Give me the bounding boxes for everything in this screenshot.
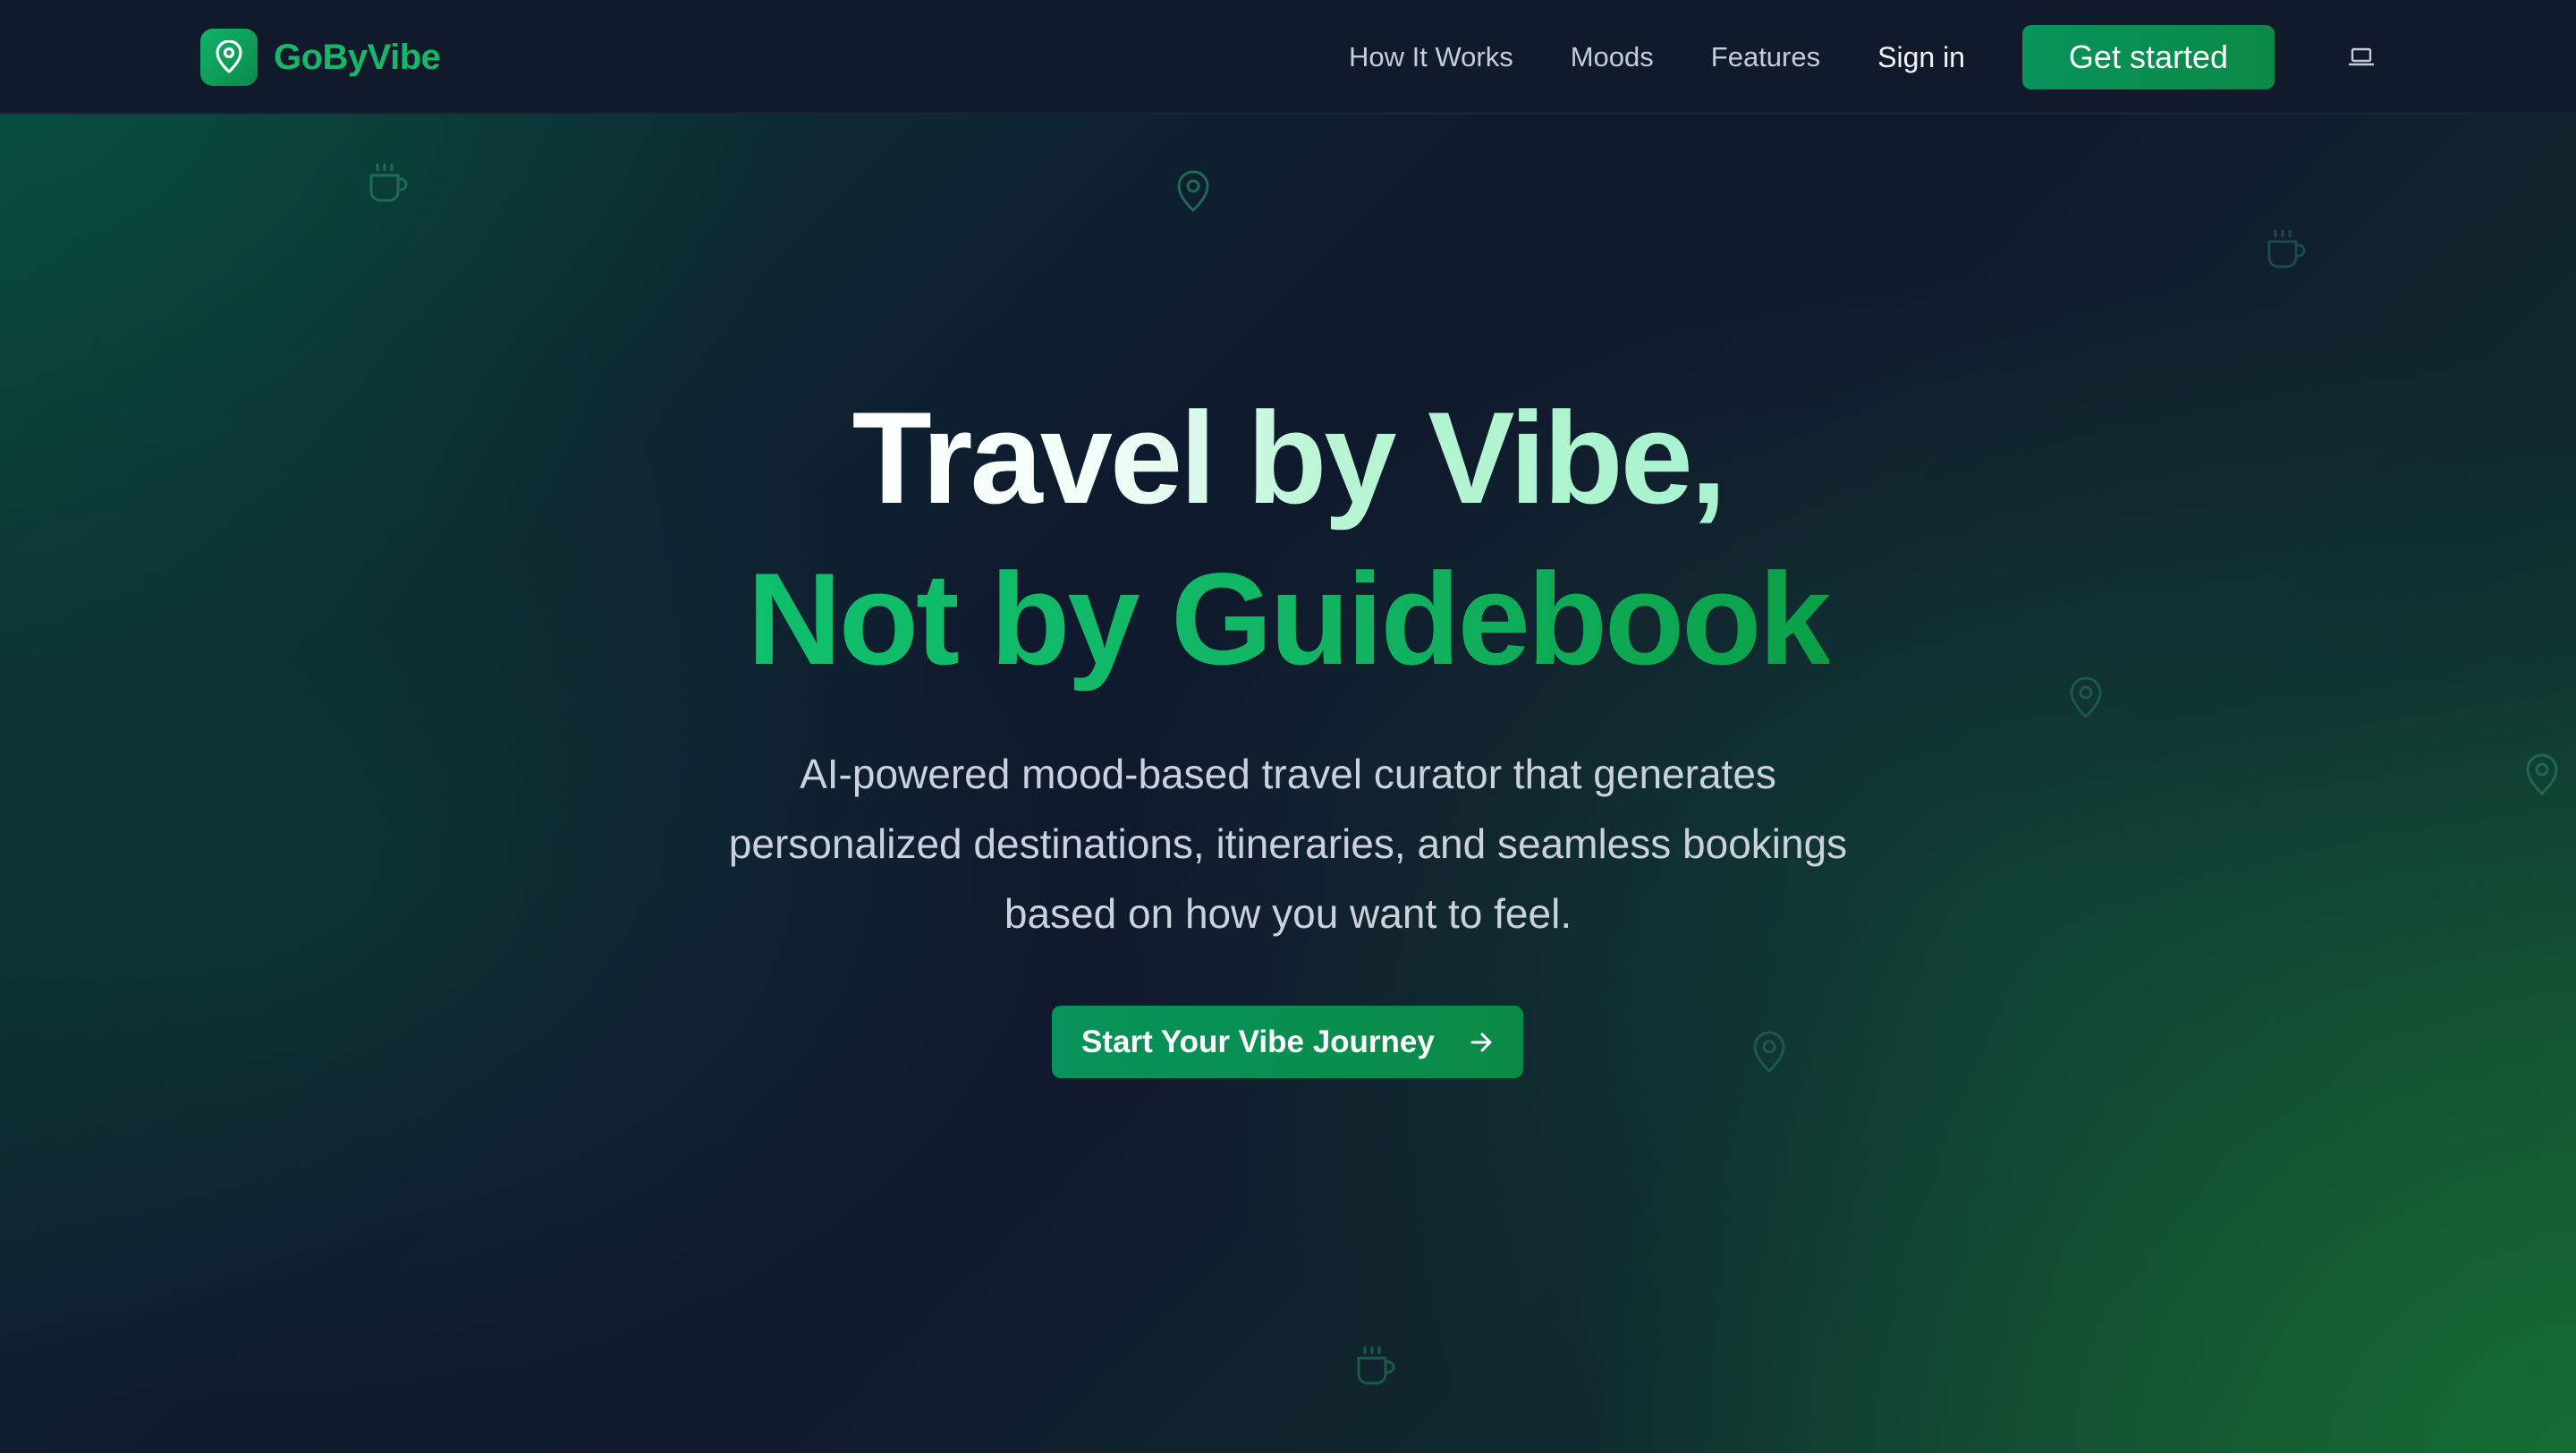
start-vibe-journey-button[interactable]: Start Your Vibe Journey (1052, 1006, 1523, 1078)
sign-in-link[interactable]: Sign in (1877, 41, 1965, 74)
theme-toggle-button[interactable] (2342, 43, 2381, 72)
hero-title-line-1: Travel by Vibe, (0, 387, 2576, 530)
brand-logo-link[interactable]: GoByVibe (200, 29, 441, 86)
arrow-right-icon (1470, 1032, 1492, 1052)
top-navbar: GoByVibe How It Works Moods Features Sig… (0, 0, 2576, 115)
map-pin-icon (1177, 170, 1209, 212)
coffee-cup-icon (369, 163, 408, 202)
hero-title-line-2: Not by Guidebook (0, 548, 2576, 691)
hero-subtitle: AI-powered mood-based travel curator tha… (728, 751, 1848, 937)
cta-label: Start Your Vibe Journey (1081, 1024, 1435, 1059)
map-pin-icon (200, 29, 258, 86)
nav-link-features[interactable]: Features (1711, 41, 1820, 73)
coffee-cup-icon (2267, 229, 2306, 268)
nav-link-moods[interactable]: Moods (1571, 41, 1654, 73)
nav-link-how-it-works[interactable]: How It Works (1349, 41, 1513, 73)
hero-background (0, 0, 2576, 1453)
coffee-cup-icon (1357, 1346, 1395, 1385)
main-nav: How It Works Moods Features Sign in Get … (1349, 0, 2275, 115)
hero-title-line-1-text: Travel by Vibe, (852, 385, 1727, 531)
get-started-button[interactable]: Get started (2021, 25, 2275, 89)
map-pin-icon (1753, 1031, 1785, 1073)
hero-title-line-2-text: Not by Guidebook (747, 546, 1831, 692)
map-pin-icon (2526, 753, 2558, 795)
laptop-icon (2348, 47, 2375, 66)
brand-name: GoByVibe (274, 37, 441, 77)
